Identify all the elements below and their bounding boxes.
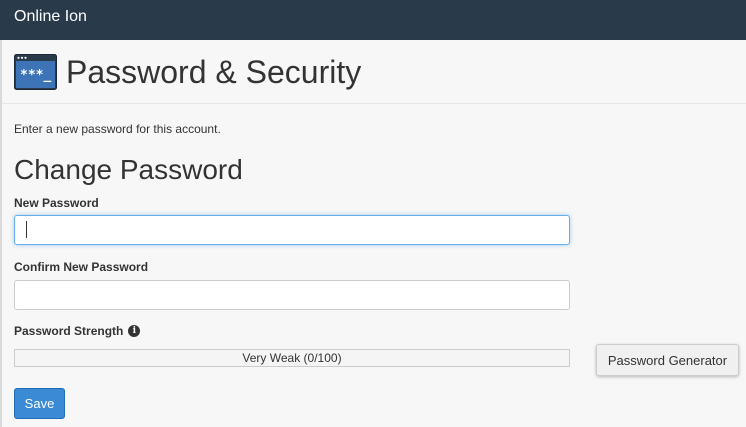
password-strength-meter: Very Weak (0/100) — [14, 349, 570, 367]
save-button[interactable]: Save — [14, 388, 65, 419]
password-strength-label: Password Strength — [14, 324, 124, 338]
top-bar: Online Ion — [0, 0, 746, 40]
app-title: Online Ion — [14, 8, 87, 25]
password-terminal-icon: ***_ — [14, 54, 57, 90]
confirm-password-label: Confirm New Password — [14, 260, 149, 274]
page-title: Password & Security — [66, 54, 362, 90]
new-password-label: New Password — [14, 196, 99, 210]
section-title: Change Password — [14, 154, 243, 185]
new-password-input[interactable] — [14, 215, 570, 245]
confirm-password-input[interactable] — [14, 280, 570, 310]
info-circle-icon[interactable]: i — [128, 325, 141, 337]
password-strength-label-row: Password Strength i — [14, 324, 141, 338]
intro-text: Enter a new password for this account. — [14, 122, 221, 136]
page-header: ***_ Password & Security — [2, 40, 746, 104]
svg-text:***_: ***_ — [20, 68, 51, 83]
password-strength-text: Very Weak (0/100) — [242, 351, 342, 365]
password-generator-button[interactable]: Password Generator — [596, 344, 739, 376]
text-caret — [26, 221, 27, 238]
